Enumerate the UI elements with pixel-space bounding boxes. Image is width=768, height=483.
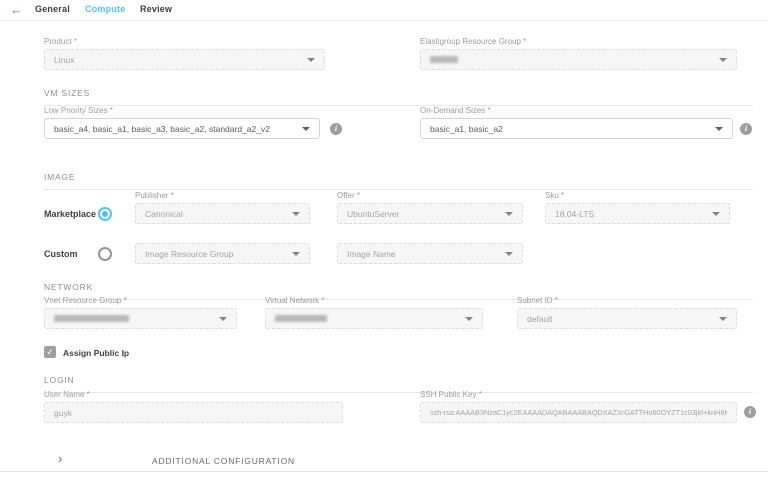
- section-image-title: IMAGE: [44, 172, 75, 182]
- redacted-value: [430, 56, 458, 63]
- tab-review[interactable]: Review: [140, 4, 172, 14]
- virtual-network-select[interactable]: [265, 308, 483, 329]
- offer-label: Offer *: [337, 191, 523, 200]
- sku-select[interactable]: 18.04-LTS: [545, 203, 730, 224]
- on-demand-sizes-field: On-Demand Sizes * basic_a1, basic_a2: [420, 106, 733, 139]
- assign-public-ip-checkbox[interactable]: ✓: [44, 346, 56, 358]
- bottom-divider: [0, 471, 768, 472]
- custom-option-label: Custom: [44, 249, 78, 259]
- publisher-select[interactable]: Canonical: [135, 203, 310, 224]
- product-field: Product * Linux: [44, 37, 325, 70]
- chevron-down-icon: [302, 127, 310, 131]
- ssh-public-key-label: SSH Public Key *: [420, 390, 737, 399]
- publisher-label: Publisher *: [135, 191, 310, 200]
- chevron-down-icon: [292, 252, 300, 256]
- product-label: Product *: [44, 37, 325, 46]
- subnet-id-select[interactable]: default: [517, 308, 737, 329]
- info-icon[interactable]: i: [740, 123, 752, 135]
- product-value: Linux: [54, 55, 74, 65]
- offer-value: UbuntuServer: [347, 209, 399, 219]
- image-name-placeholder: Image Name: [347, 249, 396, 259]
- section-vm-sizes-title: VM SIZES: [44, 88, 90, 98]
- custom-radio[interactable]: [98, 247, 112, 261]
- chevron-down-icon: [219, 317, 227, 321]
- compute-form-page: ← General Compute Review Product * Linux…: [0, 0, 768, 483]
- virtual-network-label: Virtual Network *: [265, 296, 483, 305]
- assign-public-ip-label: Assign Public Ip: [63, 348, 129, 358]
- elastigroup-resource-group-select[interactable]: [420, 49, 737, 70]
- chevron-down-icon: [465, 317, 473, 321]
- user-name-field: User Name * guyk: [44, 390, 343, 423]
- chevron-down-icon: [505, 252, 513, 256]
- image-resource-group-placeholder: Image Resource Group: [145, 249, 233, 259]
- elastigroup-resource-group-label: Elastigroup Resource Group *: [420, 37, 737, 46]
- info-icon[interactable]: i: [330, 123, 342, 135]
- section-login-title: LOGIN: [44, 375, 74, 385]
- chevron-down-icon: [307, 58, 315, 62]
- subnet-id-field: Subnet ID * default: [517, 296, 737, 329]
- on-demand-sizes-value: basic_a1, basic_a2: [430, 124, 503, 134]
- sku-label: Sku *: [545, 191, 730, 200]
- chevron-down-icon: [292, 212, 300, 216]
- info-icon[interactable]: i: [744, 406, 756, 418]
- image-name-field: Image Name: [337, 243, 523, 264]
- redacted-value: [275, 315, 327, 322]
- on-demand-sizes-select[interactable]: basic_a1, basic_a2: [420, 118, 733, 139]
- additional-configuration-toggle[interactable]: ADDITIONAL CONFIGURATION: [152, 456, 295, 466]
- chevron-down-icon: [719, 317, 727, 321]
- chevron-down-icon: [715, 127, 723, 131]
- wizard-tab-bar: ← General Compute Review: [0, 0, 768, 21]
- product-select[interactable]: Linux: [44, 49, 325, 70]
- section-network-title: NETWORK: [44, 282, 93, 292]
- low-priority-sizes-value: basic_a4, basic_a1, basic_a3, basic_a2, …: [54, 124, 270, 134]
- vnet-resource-group-select[interactable]: [44, 308, 237, 329]
- low-priority-sizes-select[interactable]: basic_a4, basic_a1, basic_a3, basic_a2, …: [44, 118, 320, 139]
- ssh-public-key-value: ssh-rsa AAAAB3NzaC1yc2EAAAADAQABAAABAQDX…: [430, 408, 727, 417]
- elastigroup-resource-group-field: Elastigroup Resource Group *: [420, 37, 737, 70]
- redacted-value: [54, 315, 129, 322]
- ssh-public-key-field: SSH Public Key * ssh-rsa AAAAB3NzaC1yc2E…: [420, 390, 737, 423]
- expand-chevron-icon[interactable]: ›: [58, 453, 62, 465]
- tab-compute[interactable]: Compute: [85, 4, 125, 14]
- section-vm-sizes: VM SIZES: [44, 88, 753, 106]
- subnet-id-label: Subnet ID *: [517, 296, 737, 305]
- chevron-down-icon: [719, 58, 727, 62]
- tab-general[interactable]: General: [35, 4, 70, 14]
- vnet-resource-group-field: Vnet Resource Group *: [44, 296, 237, 329]
- publisher-field: Publisher * Canonical: [135, 191, 310, 224]
- marketplace-radio[interactable]: [98, 207, 112, 221]
- on-demand-sizes-label: On-Demand Sizes *: [420, 106, 733, 115]
- virtual-network-field: Virtual Network *: [265, 296, 483, 329]
- image-name-select[interactable]: Image Name: [337, 243, 523, 264]
- low-priority-sizes-field: Low Priority Sizes * basic_a4, basic_a1,…: [44, 106, 320, 139]
- publisher-value: Canonical: [145, 209, 183, 219]
- chevron-down-icon: [712, 212, 720, 216]
- marketplace-option-label: Marketplace: [44, 209, 96, 219]
- ssh-public-key-input[interactable]: ssh-rsa AAAAB3NzaC1yc2EAAAADAQABAAABAQDX…: [420, 402, 737, 423]
- radio-dot: [102, 211, 108, 217]
- user-name-label: User Name *: [44, 390, 343, 399]
- offer-field: Offer * UbuntuServer: [337, 191, 523, 224]
- check-icon: ✓: [46, 347, 54, 357]
- offer-select[interactable]: UbuntuServer: [337, 203, 523, 224]
- user-name-value: guyk: [54, 408, 72, 418]
- subnet-id-value: default: [527, 314, 553, 324]
- image-resource-group-field: Image Resource Group: [135, 243, 310, 264]
- section-image: IMAGE: [44, 172, 753, 190]
- vnet-resource-group-label: Vnet Resource Group *: [44, 296, 237, 305]
- image-resource-group-select[interactable]: Image Resource Group: [135, 243, 310, 264]
- back-icon[interactable]: ←: [10, 2, 23, 18]
- chevron-down-icon: [505, 212, 513, 216]
- low-priority-sizes-label: Low Priority Sizes *: [44, 106, 320, 115]
- user-name-input[interactable]: guyk: [44, 402, 343, 423]
- sku-value: 18.04-LTS: [555, 209, 594, 219]
- sku-field: Sku * 18.04-LTS: [545, 191, 730, 224]
